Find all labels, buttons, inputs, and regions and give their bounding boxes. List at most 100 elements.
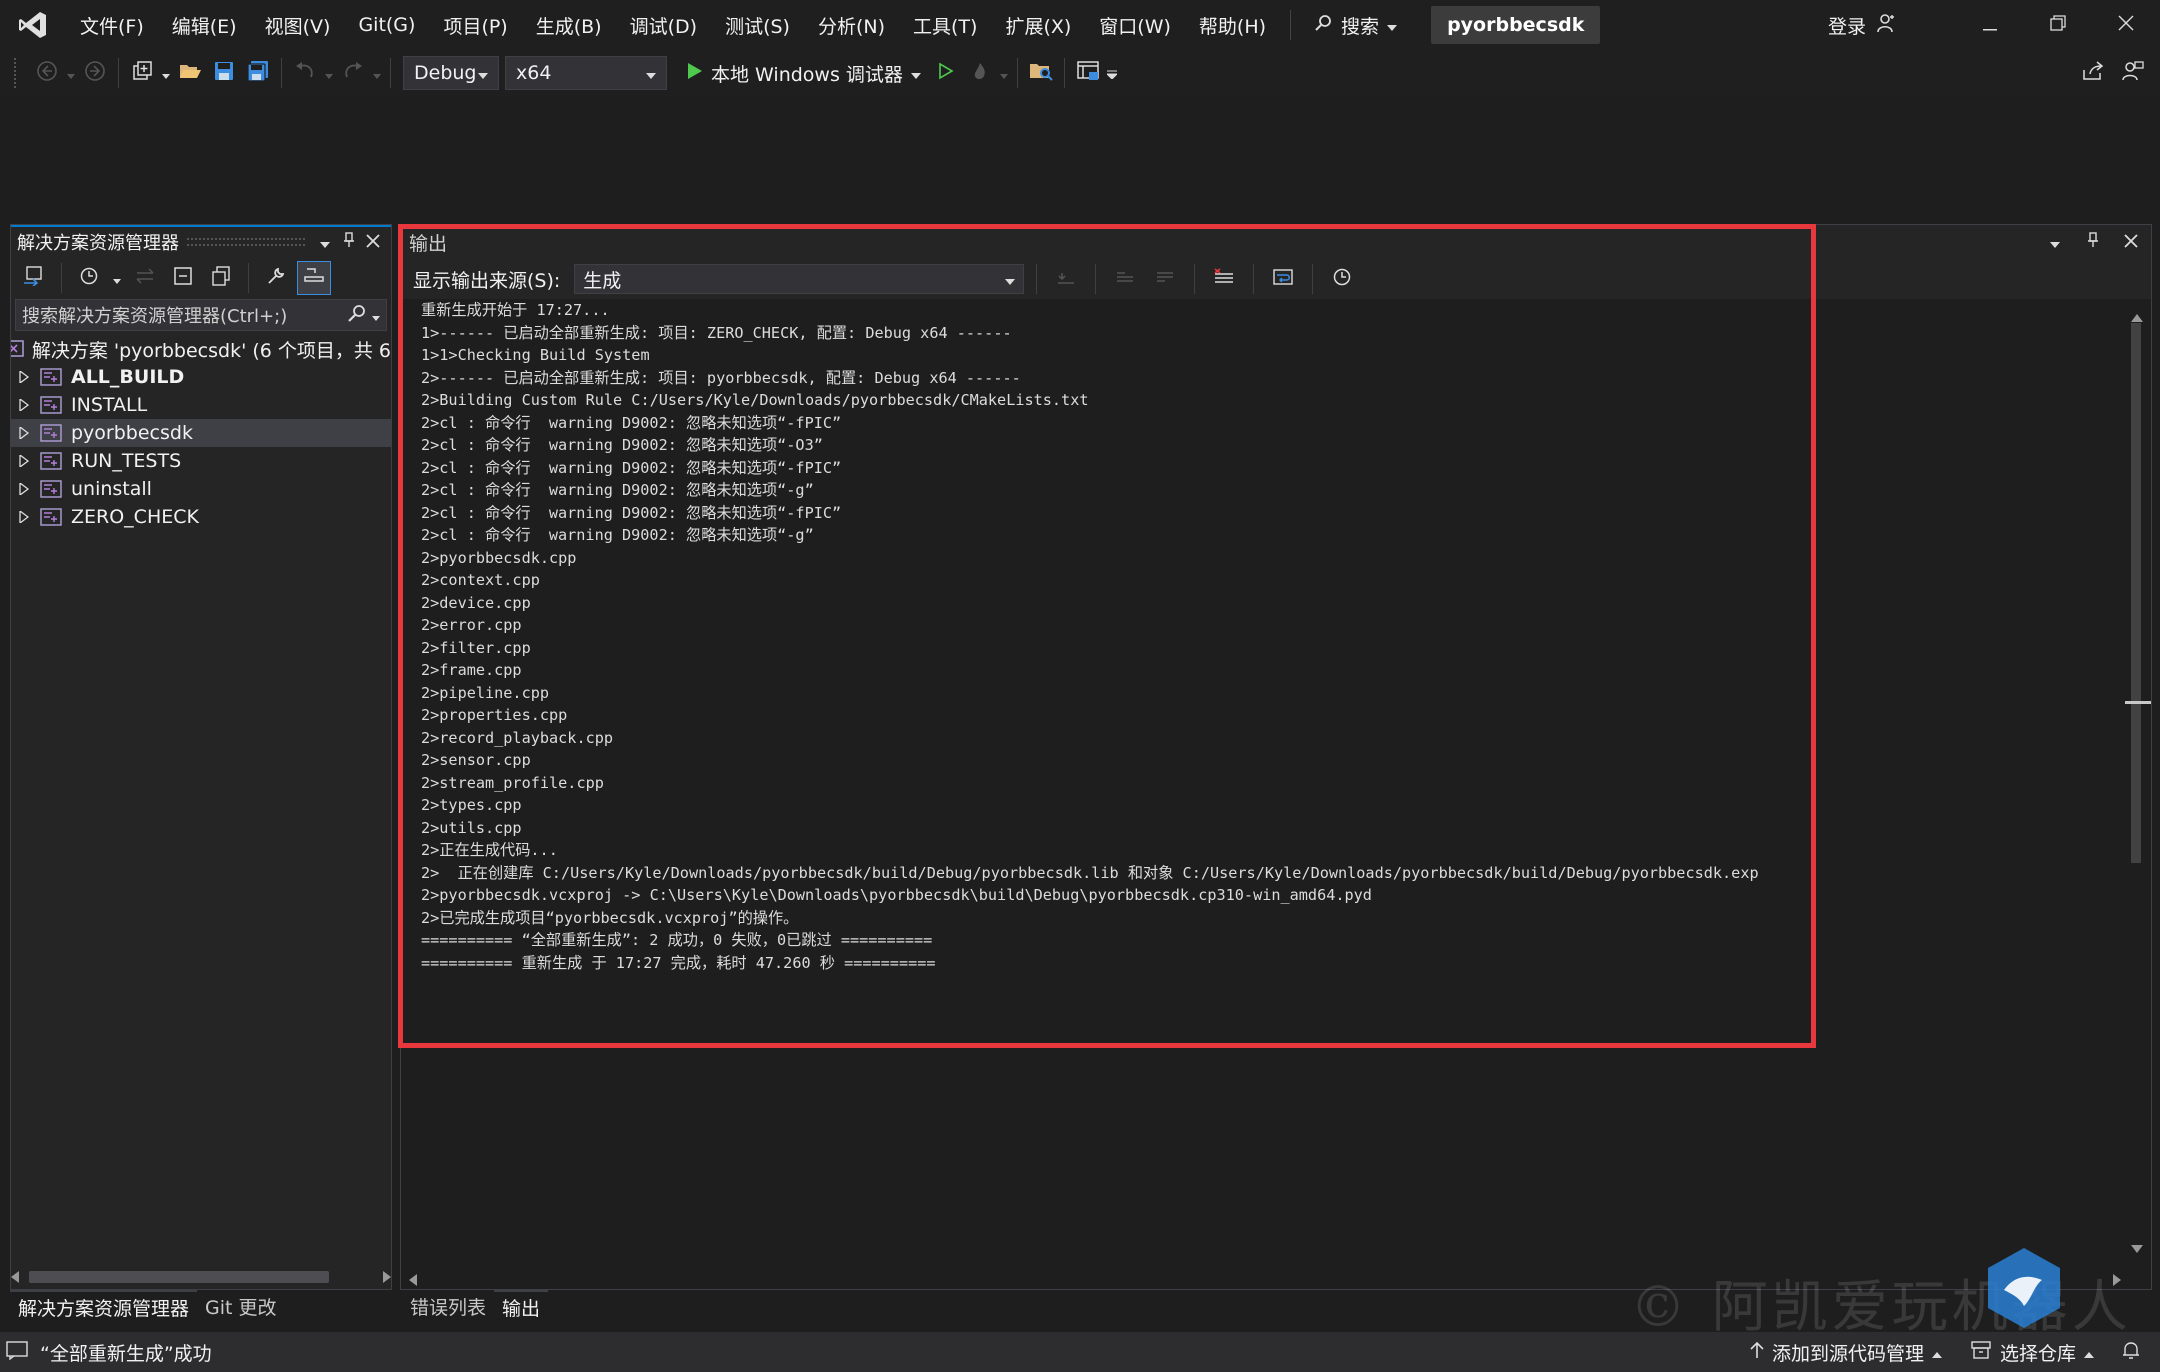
expand-caret-icon[interactable] <box>11 511 37 523</box>
expand-caret-icon[interactable] <box>11 371 37 383</box>
feedback-button[interactable] <box>2116 56 2150 90</box>
undo-dropdown[interactable] <box>322 64 336 83</box>
undo-button[interactable] <box>288 56 322 90</box>
next-message-button[interactable] <box>1148 262 1182 296</box>
close-window-button[interactable] <box>2092 0 2160 50</box>
solution-explorer-horizontal-scrollbar[interactable] <box>11 1265 391 1289</box>
notifications-button[interactable] <box>2122 1340 2140 1365</box>
output-vertical-scrollbar[interactable] <box>2125 303 2151 1261</box>
output-source-select[interactable]: 生成 <box>574 264 1025 294</box>
menu-item-0[interactable]: 文件(F) <box>66 0 158 50</box>
chevron-down-icon <box>478 62 488 84</box>
expand-caret-icon[interactable] <box>11 483 37 495</box>
browse-folder-button[interactable] <box>1024 56 1058 90</box>
solution-root-row[interactable]: 解决方案 'pyorbbecsdk' (6 个项目，共 6 <box>11 335 391 363</box>
solution-platform-select[interactable]: x64 <box>505 56 667 90</box>
solution-configuration-select[interactable]: Debug <box>403 56 499 90</box>
panel-tab[interactable]: 解决方案资源管理器 <box>10 1290 198 1322</box>
scroll-left-icon[interactable] <box>11 1268 21 1287</box>
search-button[interactable]: 搜索 <box>1301 12 1411 39</box>
signin-button[interactable]: 登录 <box>1818 12 1906 39</box>
previous-message-button[interactable] <box>1108 262 1142 296</box>
menu-item-12[interactable]: 帮助(H) <box>1185 0 1280 50</box>
show-all-files-button[interactable] <box>204 261 238 295</box>
navigate-back-button[interactable] <box>30 56 64 90</box>
solution-explorer-search[interactable]: 搜索解决方案资源管理器(Ctrl+;) <box>15 299 387 331</box>
output-text-area[interactable]: 重新生成开始于 17:27... 1>------ 已启动全部重新生成: 项目: … <box>421 299 2101 1219</box>
menu-item-1[interactable]: 编辑(E) <box>158 0 251 50</box>
toggle-word-wrap-button[interactable] <box>1266 262 1300 296</box>
project-row[interactable]: INSTALL <box>11 391 391 419</box>
project-row[interactable]: uninstall <box>11 475 391 503</box>
save-button[interactable] <box>207 56 241 90</box>
start-debugging-button[interactable]: 本地 Windows 调试器 <box>679 60 929 87</box>
select-repository-button[interactable]: 选择仓库 <box>1970 1339 2094 1366</box>
scroll-left-icon[interactable] <box>409 1271 419 1290</box>
pending-changes-filter-button[interactable] <box>72 261 106 295</box>
layout-button[interactable] <box>1071 56 1105 90</box>
panel-tab[interactable]: 错误列表 <box>402 1290 494 1322</box>
panel-tab[interactable]: 输出 <box>494 1290 549 1322</box>
menu-item-7[interactable]: 测试(S) <box>711 0 804 50</box>
expand-caret-icon[interactable] <box>11 455 37 467</box>
menu-item-3[interactable]: Git(G) <box>344 0 429 50</box>
clear-all-button[interactable] <box>1207 262 1241 296</box>
switch-views-button[interactable] <box>17 261 51 295</box>
expand-caret-icon[interactable] <box>11 427 37 439</box>
toolbar-overflow-dropdown[interactable] <box>1105 64 1119 83</box>
menu-item-9[interactable]: 工具(T) <box>899 0 991 50</box>
panel-pin-button[interactable] <box>337 230 361 254</box>
scroll-right-icon[interactable] <box>381 1268 391 1287</box>
redo-button[interactable] <box>336 56 370 90</box>
menu-item-4[interactable]: 项目(P) <box>429 0 521 50</box>
project-row[interactable]: pyorbbecsdk <box>11 419 391 447</box>
save-all-button[interactable] <box>241 56 275 90</box>
panel-pin-button[interactable] <box>2081 230 2105 254</box>
properties-button[interactable] <box>259 261 293 295</box>
start-without-debugging-button[interactable] <box>929 56 963 90</box>
navigate-back-dropdown[interactable] <box>64 64 78 83</box>
collapse-all-button[interactable] <box>166 261 200 295</box>
redo-dropdown[interactable] <box>370 64 384 83</box>
solution-explorer-header[interactable]: 解决方案资源管理器 <box>11 225 391 257</box>
navigate-forward-button[interactable] <box>78 56 112 90</box>
find-message-in-code-button[interactable] <box>1049 262 1083 296</box>
scrollbar-thumb[interactable] <box>29 1271 329 1283</box>
menu-item-11[interactable]: 窗口(W) <box>1085 0 1185 50</box>
expand-caret-icon[interactable] <box>11 399 37 411</box>
new-project-button[interactable] <box>125 56 159 90</box>
project-row[interactable]: ZERO_CHECK <box>11 503 391 531</box>
new-project-dropdown[interactable] <box>159 64 173 83</box>
scrollbar-thumb[interactable] <box>2131 323 2141 863</box>
menu-item-2[interactable]: 视图(V) <box>251 0 345 50</box>
visual-studio-logo-icon[interactable] <box>0 0 66 50</box>
open-file-button[interactable] <box>173 56 207 90</box>
filter-dropdown[interactable] <box>110 269 124 288</box>
panel-options-button[interactable] <box>313 230 337 254</box>
add-to-source-control-button[interactable]: 添加到源代码管理 <box>1750 1339 1942 1366</box>
preview-selected-items-button[interactable] <box>297 261 331 295</box>
output-window-icon[interactable] <box>6 1340 28 1365</box>
menu-item-5[interactable]: 生成(B) <box>522 0 616 50</box>
panel-drag-handle[interactable] <box>187 238 305 246</box>
menu-item-6[interactable]: 调试(D) <box>616 0 711 50</box>
panel-options-button[interactable] <box>2043 230 2067 254</box>
project-row[interactable]: RUN_TESTS <box>11 447 391 475</box>
panel-tab[interactable]: Git 更改 <box>197 1290 285 1322</box>
output-panel-header[interactable]: 输出 <box>401 225 2151 259</box>
project-row[interactable]: ALL_BUILD <box>11 363 391 391</box>
toolbar-grip[interactable] <box>14 58 20 88</box>
sync-with-document-button[interactable] <box>128 261 162 295</box>
panel-close-button[interactable] <box>2119 230 2143 254</box>
menu-item-8[interactable]: 分析(N) <box>804 0 899 50</box>
panel-close-button[interactable] <box>361 230 385 254</box>
scroll-down-icon[interactable] <box>2131 1238 2143 1257</box>
minimize-button[interactable] <box>1956 0 2024 50</box>
show-timestamps-button[interactable] <box>1325 262 1359 296</box>
menu-item-10[interactable]: 扩展(X) <box>991 0 1085 50</box>
live-share-button[interactable] <box>2076 56 2110 90</box>
scrollbar-track[interactable] <box>29 1271 373 1283</box>
hot-reload-dropdown[interactable] <box>997 64 1011 83</box>
hot-reload-button[interactable] <box>963 56 997 90</box>
restore-button[interactable] <box>2024 0 2092 50</box>
